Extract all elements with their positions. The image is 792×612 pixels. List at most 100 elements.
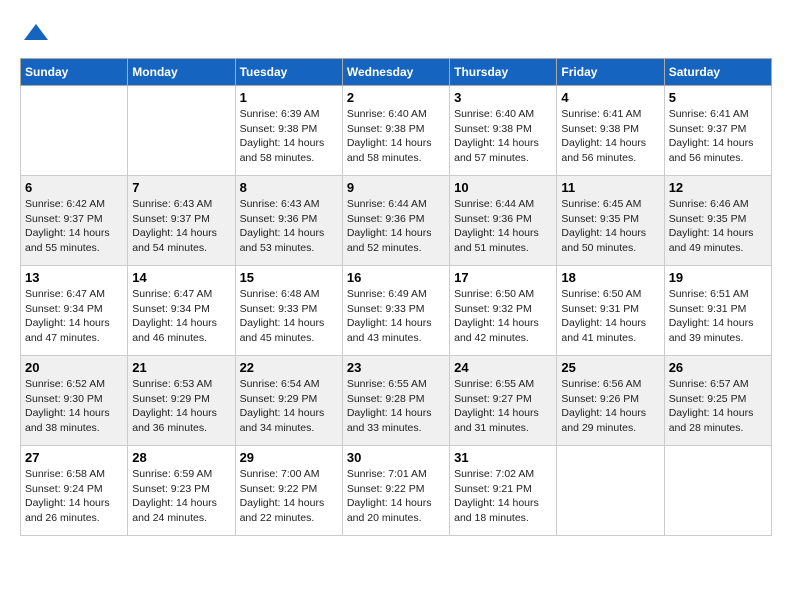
day-info: Sunrise: 6:45 AM Sunset: 9:35 PM Dayligh… [561, 197, 659, 256]
calendar-cell: 1 Sunrise: 6:39 AM Sunset: 9:38 PM Daylig… [235, 86, 342, 176]
calendar-cell: 30 Sunrise: 7:01 AM Sunset: 9:22 PM Dayli… [342, 446, 449, 536]
calendar-cell: 18Sunrise: 6:50 AM Sunset: 9:31 PM Dayli… [557, 266, 664, 356]
day-number: 31 [454, 450, 552, 465]
day-number: 24 [454, 360, 552, 375]
calendar-cell: 17 Sunrise: 6:50 AM Sunset: 9:32 PM Dayli… [450, 266, 557, 356]
day-number: 17 [454, 270, 552, 285]
calendar-cell: 27 Sunrise: 6:58 AM Sunset: 9:24 PM Dayli… [21, 446, 128, 536]
calendar-cell: 3Sunrise: 6:40 AM Sunset: 9:38 PM Daylig… [450, 86, 557, 176]
day-info: Sunrise: 6:42 AM Sunset: 9:37 PM Dayligh… [25, 197, 123, 256]
calendar-cell: 29 Sunrise: 7:00 AM Sunset: 9:22 PM Dayli… [235, 446, 342, 536]
day-number: 30 [347, 450, 445, 465]
calendar-cell [557, 446, 664, 536]
calendar-cell: 5Sunrise: 6:41 AM Sunset: 9:37 PM Daylig… [664, 86, 771, 176]
weekday-header: Wednesday [342, 59, 449, 86]
day-number: 23 [347, 360, 445, 375]
weekday-header: Friday [557, 59, 664, 86]
calendar-cell: 15 Sunrise: 6:48 AM Sunset: 9:33 PM Dayli… [235, 266, 342, 356]
calendar-cell: 9 Sunrise: 6:44 AM Sunset: 9:36 PM Daylig… [342, 176, 449, 266]
day-info: Sunrise: 6:56 AM Sunset: 9:26 PM Dayligh… [561, 377, 659, 436]
weekday-header: Thursday [450, 59, 557, 86]
logo-icon [22, 20, 50, 48]
calendar-cell: 12Sunrise: 6:46 AM Sunset: 9:35 PM Dayli… [664, 176, 771, 266]
calendar-header-row: SundayMondayTuesdayWednesdayThursdayFrid… [21, 59, 772, 86]
day-info: Sunrise: 7:00 AM Sunset: 9:22 PM Dayligh… [240, 467, 338, 526]
day-number: 20 [25, 360, 123, 375]
weekday-header: Saturday [664, 59, 771, 86]
day-number: 29 [240, 450, 338, 465]
calendar-cell: 19 Sunrise: 6:51 AM Sunset: 9:31 PM Dayli… [664, 266, 771, 356]
day-info: Sunrise: 6:49 AM Sunset: 9:33 PM Dayligh… [347, 287, 445, 346]
calendar-cell: 24 Sunrise: 6:55 AM Sunset: 9:27 PM Dayli… [450, 356, 557, 446]
day-number: 5 [669, 90, 767, 105]
day-info: Sunrise: 7:01 AM Sunset: 9:22 PM Dayligh… [347, 467, 445, 526]
day-number: 6 [25, 180, 123, 195]
calendar-cell: 8 Sunrise: 6:43 AM Sunset: 9:36 PM Daylig… [235, 176, 342, 266]
day-number: 14 [132, 270, 230, 285]
day-info: Sunrise: 6:58 AM Sunset: 9:24 PM Dayligh… [25, 467, 123, 526]
day-info: Sunrise: 6:41 AM Sunset: 9:38 PM Dayligh… [561, 107, 659, 166]
weekday-header: Sunday [21, 59, 128, 86]
day-number: 16 [347, 270, 445, 285]
day-number: 4 [561, 90, 659, 105]
calendar-cell [21, 86, 128, 176]
calendar-cell: 6 Sunrise: 6:42 AM Sunset: 9:37 PM Daylig… [21, 176, 128, 266]
day-info: Sunrise: 6:44 AM Sunset: 9:36 PM Dayligh… [454, 197, 552, 256]
day-number: 3 [454, 90, 552, 105]
day-info: Sunrise: 6:50 AM Sunset: 9:32 PM Dayligh… [454, 287, 552, 346]
day-info: Sunrise: 6:54 AM Sunset: 9:29 PM Dayligh… [240, 377, 338, 436]
day-info: Sunrise: 6:55 AM Sunset: 9:27 PM Dayligh… [454, 377, 552, 436]
calendar-cell: 22 Sunrise: 6:54 AM Sunset: 9:29 PM Dayli… [235, 356, 342, 446]
day-number: 28 [132, 450, 230, 465]
day-info: Sunrise: 6:51 AM Sunset: 9:31 PM Dayligh… [669, 287, 767, 346]
weekday-header: Tuesday [235, 59, 342, 86]
calendar-cell: 21 Sunrise: 6:53 AM Sunset: 9:29 PM Dayli… [128, 356, 235, 446]
calendar-table: SundayMondayTuesdayWednesdayThursdayFrid… [20, 58, 772, 536]
day-number: 13 [25, 270, 123, 285]
calendar-cell: 28Sunrise: 6:59 AM Sunset: 9:23 PM Dayli… [128, 446, 235, 536]
day-info: Sunrise: 6:40 AM Sunset: 9:38 PM Dayligh… [347, 107, 445, 166]
day-number: 25 [561, 360, 659, 375]
day-info: Sunrise: 6:47 AM Sunset: 9:34 PM Dayligh… [132, 287, 230, 346]
calendar-cell: 20 Sunrise: 6:52 AM Sunset: 9:30 PM Dayli… [21, 356, 128, 446]
calendar-week-row: 27 Sunrise: 6:58 AM Sunset: 9:24 PM Dayli… [21, 446, 772, 536]
calendar-cell: 16 Sunrise: 6:49 AM Sunset: 9:33 PM Dayli… [342, 266, 449, 356]
day-info: Sunrise: 6:53 AM Sunset: 9:29 PM Dayligh… [132, 377, 230, 436]
day-number: 22 [240, 360, 338, 375]
calendar-cell [128, 86, 235, 176]
day-number: 15 [240, 270, 338, 285]
calendar-week-row: 1 Sunrise: 6:39 AM Sunset: 9:38 PM Daylig… [21, 86, 772, 176]
calendar-cell: 23Sunrise: 6:55 AM Sunset: 9:28 PM Dayli… [342, 356, 449, 446]
day-number: 10 [454, 180, 552, 195]
calendar-cell: 4 Sunrise: 6:41 AM Sunset: 9:38 PM Daylig… [557, 86, 664, 176]
day-number: 26 [669, 360, 767, 375]
logo [20, 20, 52, 48]
day-info: Sunrise: 6:46 AM Sunset: 9:35 PM Dayligh… [669, 197, 767, 256]
day-info: Sunrise: 6:43 AM Sunset: 9:37 PM Dayligh… [132, 197, 230, 256]
calendar-cell: 11 Sunrise: 6:45 AM Sunset: 9:35 PM Dayli… [557, 176, 664, 266]
day-info: Sunrise: 6:44 AM Sunset: 9:36 PM Dayligh… [347, 197, 445, 256]
day-info: Sunrise: 6:43 AM Sunset: 9:36 PM Dayligh… [240, 197, 338, 256]
day-number: 8 [240, 180, 338, 195]
calendar-cell: 25 Sunrise: 6:56 AM Sunset: 9:26 PM Dayli… [557, 356, 664, 446]
day-number: 19 [669, 270, 767, 285]
day-info: Sunrise: 6:48 AM Sunset: 9:33 PM Dayligh… [240, 287, 338, 346]
day-number: 2 [347, 90, 445, 105]
calendar-cell: 2 Sunrise: 6:40 AM Sunset: 9:38 PM Daylig… [342, 86, 449, 176]
day-info: Sunrise: 6:50 AM Sunset: 9:31 PM Dayligh… [561, 287, 659, 346]
day-number: 1 [240, 90, 338, 105]
day-info: Sunrise: 6:47 AM Sunset: 9:34 PM Dayligh… [25, 287, 123, 346]
calendar-cell: 14 Sunrise: 6:47 AM Sunset: 9:34 PM Dayli… [128, 266, 235, 356]
calendar-cell: 10 Sunrise: 6:44 AM Sunset: 9:36 PM Dayli… [450, 176, 557, 266]
day-number: 27 [25, 450, 123, 465]
day-info: Sunrise: 6:52 AM Sunset: 9:30 PM Dayligh… [25, 377, 123, 436]
calendar-week-row: 13 Sunrise: 6:47 AM Sunset: 9:34 PM Dayli… [21, 266, 772, 356]
day-number: 11 [561, 180, 659, 195]
calendar-week-row: 6 Sunrise: 6:42 AM Sunset: 9:37 PM Daylig… [21, 176, 772, 266]
day-info: Sunrise: 6:39 AM Sunset: 9:38 PM Dayligh… [240, 107, 338, 166]
calendar-cell: 7Sunrise: 6:43 AM Sunset: 9:37 PM Daylig… [128, 176, 235, 266]
calendar-cell: 13 Sunrise: 6:47 AM Sunset: 9:34 PM Dayli… [21, 266, 128, 356]
day-number: 21 [132, 360, 230, 375]
day-info: Sunrise: 7:02 AM Sunset: 9:21 PM Dayligh… [454, 467, 552, 526]
day-number: 9 [347, 180, 445, 195]
